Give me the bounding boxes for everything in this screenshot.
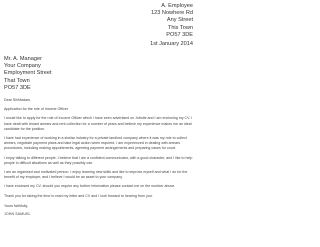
- letter-date: 1st January 2014: [150, 41, 193, 47]
- sender-street: 123 Nowhere Rd: [151, 10, 193, 17]
- closing-line: Thank you for taking the time to read my…: [4, 193, 153, 198]
- subject-line: Application for the role of Income Offic…: [4, 107, 69, 112]
- sender-address: A. Employee 123 Nowhere Rd Any Street Th…: [151, 3, 193, 39]
- paragraph: I would like to apply for the role of In…: [4, 116, 193, 131]
- letter-body: Dear Sir/Madam, Application for the role…: [4, 98, 194, 221]
- recipient-name: Mr. A. Manager: [4, 56, 42, 62]
- paragraph: I am an organised and motivated person. …: [4, 170, 188, 180]
- sender-town: This Town: [167, 24, 193, 31]
- paragraph: I have enclosed my CV, should you requir…: [4, 184, 176, 189]
- recipient-street: Employment Street: [4, 70, 52, 77]
- sender-name: A. Employee: [161, 3, 193, 9]
- sender-postcode: PO57 3DE: [166, 31, 193, 38]
- signature: JOHN SAMUEL: [4, 212, 31, 217]
- recipient-postcode: PO57 3DE: [4, 84, 31, 91]
- recipient-town: That Town: [4, 77, 30, 84]
- recipient-address: Mr. A. Manager Your Company Employment S…: [4, 56, 52, 92]
- sender-area: Any Street: [166, 17, 193, 24]
- cover-letter: A. Employee 123 Nowhere Rd Any Street Th…: [0, 0, 204, 247]
- paragraph: I enjoy talking to different people. I b…: [4, 155, 193, 165]
- paragraph: I have had experience of working in a si…: [4, 136, 187, 151]
- recipient-company: Your Company: [4, 63, 41, 70]
- salutation: Dear Sir/Madam,: [4, 98, 32, 102]
- sign-off: Yours faithfully,: [4, 203, 28, 208]
